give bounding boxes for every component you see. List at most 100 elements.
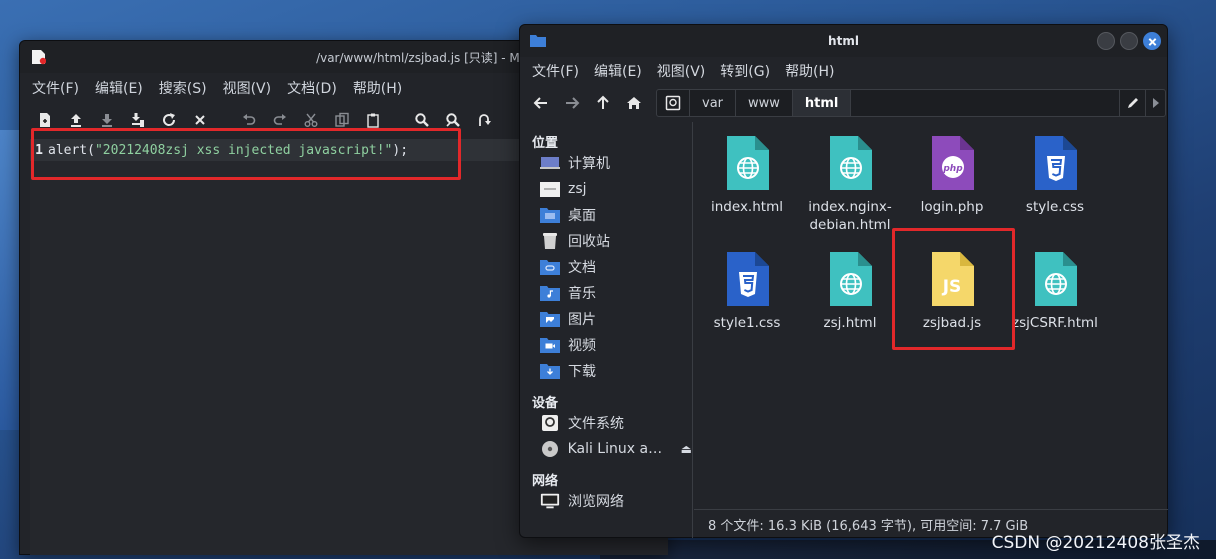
home-icon <box>627 97 641 109</box>
copy-icon <box>335 112 349 127</box>
sidebar-heading-devices: 设备 <box>532 396 559 411</box>
sidebar-item-home[interactable]: zsj <box>520 176 692 202</box>
menu-file[interactable]: 文件(F) <box>32 78 79 98</box>
download-icon <box>102 114 112 127</box>
sidebar: 位置 计算机 zsj 桌面 回收站 文档 音乐 图片 视频 下载 设备 文件系统… <box>520 122 693 538</box>
jump-icon <box>479 114 491 126</box>
sidebar-item-videos[interactable]: 视频 <box>520 332 692 358</box>
parent-folder-button[interactable] <box>590 90 616 116</box>
pencil-icon <box>1127 98 1138 108</box>
save-as-icon <box>132 113 144 127</box>
documents-folder-icon <box>540 260 560 275</box>
new-document-icon <box>40 113 50 127</box>
html-file-icon <box>727 136 769 190</box>
disc-icon <box>541 441 558 457</box>
sidebar-item-music[interactable]: 音乐 <box>520 280 692 306</box>
pictures-folder-icon <box>540 312 560 327</box>
arrow-up-icon <box>597 95 609 109</box>
undo-icon <box>243 114 256 125</box>
sidebar-item-trash[interactable]: 回收站 <box>520 228 692 254</box>
maximize-button[interactable] <box>1120 32 1138 50</box>
menu-help[interactable]: 帮助(H) <box>785 61 834 81</box>
sidebar-item-downloads[interactable]: 下载 <box>520 358 692 384</box>
php-file-icon: php <box>932 136 974 190</box>
menu-file[interactable]: 文件(F) <box>532 61 579 81</box>
back-button[interactable] <box>528 90 554 116</box>
window-title: html <box>828 34 859 48</box>
sidebar-item-browse-network[interactable]: 浏览网络 <box>520 488 692 514</box>
sidebar-item-kali-disc[interactable]: Kali Linux am... ⏏ <box>520 436 692 462</box>
forward-button[interactable] <box>559 90 585 116</box>
upload-icon <box>71 114 81 127</box>
file-item-zsjcsrf-html[interactable]: zsjCSRF.html <box>1005 252 1105 332</box>
file-manager-window: html 文件(F) 编辑(E) 视图(V) 转到(G) 帮助(H) var w… <box>519 24 1168 538</box>
navigation-bar: var www html <box>520 85 1167 121</box>
folder-icon <box>530 35 546 47</box>
sidebar-item-desktop[interactable]: 桌面 <box>520 202 692 228</box>
path-root-button[interactable] <box>657 90 690 116</box>
window-controls <box>1092 32 1161 50</box>
close-icon <box>195 115 205 125</box>
menu-edit[interactable]: 编辑(E) <box>594 61 642 81</box>
file-item-style1-css[interactable]: style1.css <box>697 252 797 332</box>
path-segment-var[interactable]: var <box>690 90 737 116</box>
file-item-zsj-html[interactable]: zsj.html <box>800 252 900 332</box>
desktop-folder-icon <box>540 208 560 223</box>
sidebar-item-pictures[interactable]: 图片 <box>520 306 692 332</box>
css-file-icon <box>1035 136 1077 190</box>
eject-icon[interactable]: ⏏ <box>681 442 692 456</box>
file-manager-menubar: 文件(F) 编辑(E) 视图(V) 转到(G) 帮助(H) <box>520 57 1167 85</box>
sidebar-heading-network: 网络 <box>532 474 559 489</box>
menu-view[interactable]: 视图(V) <box>657 61 706 81</box>
line-gutter <box>30 139 48 555</box>
watermark: CSDN @20212408张圣杰 <box>991 533 1200 553</box>
file-manager-titlebar[interactable]: html <box>520 25 1167 57</box>
html-file-icon <box>1035 252 1077 306</box>
sidebar-item-filesystem[interactable]: 文件系统 <box>520 410 692 436</box>
drive-icon <box>542 415 558 431</box>
path-segment-www[interactable]: www <box>736 90 793 116</box>
drive-icon <box>665 95 681 111</box>
menu-edit[interactable]: 编辑(E) <box>95 78 143 98</box>
menu-help[interactable]: 帮助(H) <box>353 78 402 98</box>
menu-view[interactable]: 视图(V) <box>223 78 272 98</box>
html-file-icon <box>830 252 872 306</box>
file-item-index-nginx-debian-html[interactable]: index.nginx-debian.html <box>800 136 900 234</box>
trash-icon <box>543 233 557 249</box>
downloads-folder-icon <box>540 364 560 379</box>
mousepad-app-icon <box>32 50 46 65</box>
scissors-icon <box>304 113 318 127</box>
html-file-icon <box>830 136 872 190</box>
arrow-left-icon <box>533 97 547 109</box>
file-item-login-php[interactable]: php login.php <box>902 136 1002 216</box>
path-segment-html[interactable]: html <box>792 90 852 116</box>
arrow-right-icon <box>566 97 580 109</box>
redo-icon <box>273 114 286 125</box>
menu-go[interactable]: 转到(G) <box>720 61 770 81</box>
path-bar: var www html <box>656 89 1166 117</box>
code-highlight-box <box>31 128 461 180</box>
path-scroll-button[interactable] <box>1145 90 1165 116</box>
chevron-right-icon <box>1152 98 1159 108</box>
videos-folder-icon <box>540 338 560 353</box>
edit-location-button[interactable] <box>1119 90 1145 116</box>
file-item-style-css[interactable]: style.css <box>1005 136 1105 216</box>
svg-text:php: php <box>942 164 963 174</box>
music-folder-icon <box>540 286 560 301</box>
close-window-button[interactable] <box>1143 32 1161 50</box>
sidebar-item-documents[interactable]: 文档 <box>520 254 692 280</box>
menu-search[interactable]: 搜索(S) <box>159 78 207 98</box>
find-replace-icon <box>446 113 460 127</box>
file-item-index-html[interactable]: index.html <box>697 136 797 216</box>
sidebar-heading-places: 位置 <box>532 136 559 151</box>
reload-icon <box>163 113 176 126</box>
go-to-line-button[interactable] <box>471 107 497 133</box>
monitor-icon <box>540 157 560 169</box>
home-button[interactable] <box>621 90 647 116</box>
menu-document[interactable]: 文档(D) <box>287 78 337 98</box>
sidebar-item-computer[interactable]: 计算机 <box>520 150 692 176</box>
clipboard-icon <box>367 113 379 128</box>
css-file-icon <box>727 252 769 306</box>
file-highlight-box <box>892 228 1015 350</box>
minimize-button[interactable] <box>1097 32 1115 50</box>
